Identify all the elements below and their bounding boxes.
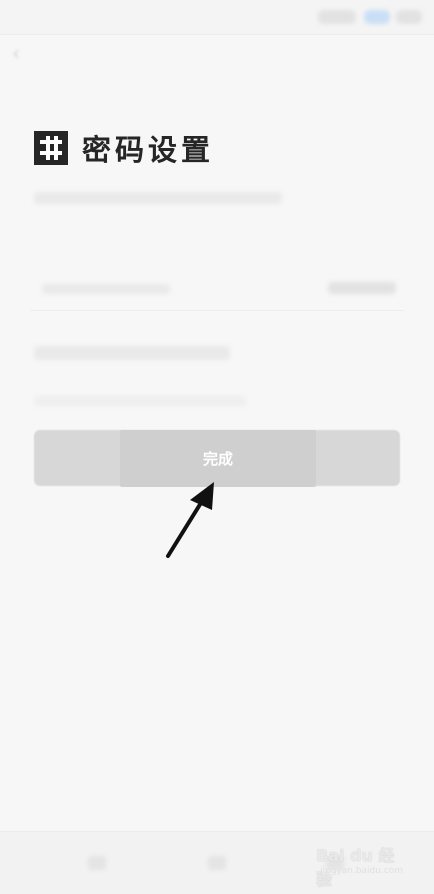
blurred-placeholder: [42, 284, 170, 294]
blurred-toggle[interactable]: [328, 282, 396, 294]
blurred-description: [34, 192, 282, 204]
watermark: Bai du 经验 jingyan.baidu.com: [316, 838, 408, 889]
page-header: 密码设置: [34, 128, 214, 168]
blurred-hint: [34, 396, 246, 406]
blurred-rule: [34, 346, 230, 360]
nav-menu-icon[interactable]: [88, 856, 106, 870]
page-title: 密码设置: [82, 133, 215, 167]
status-indicator: [396, 10, 422, 24]
back-arrow-icon[interactable]: ‹: [12, 42, 34, 64]
arrow-icon: [166, 482, 214, 558]
nav-home-icon[interactable]: [208, 856, 226, 870]
status-bar: [0, 0, 434, 35]
password-input[interactable]: [30, 270, 404, 311]
hash-icon: [34, 131, 68, 165]
done-button-label[interactable]: 完成: [120, 430, 316, 487]
status-indicator: [364, 10, 390, 24]
status-indicator: [318, 10, 356, 24]
watermark-url: jingyan.baidu.com: [320, 866, 404, 876]
